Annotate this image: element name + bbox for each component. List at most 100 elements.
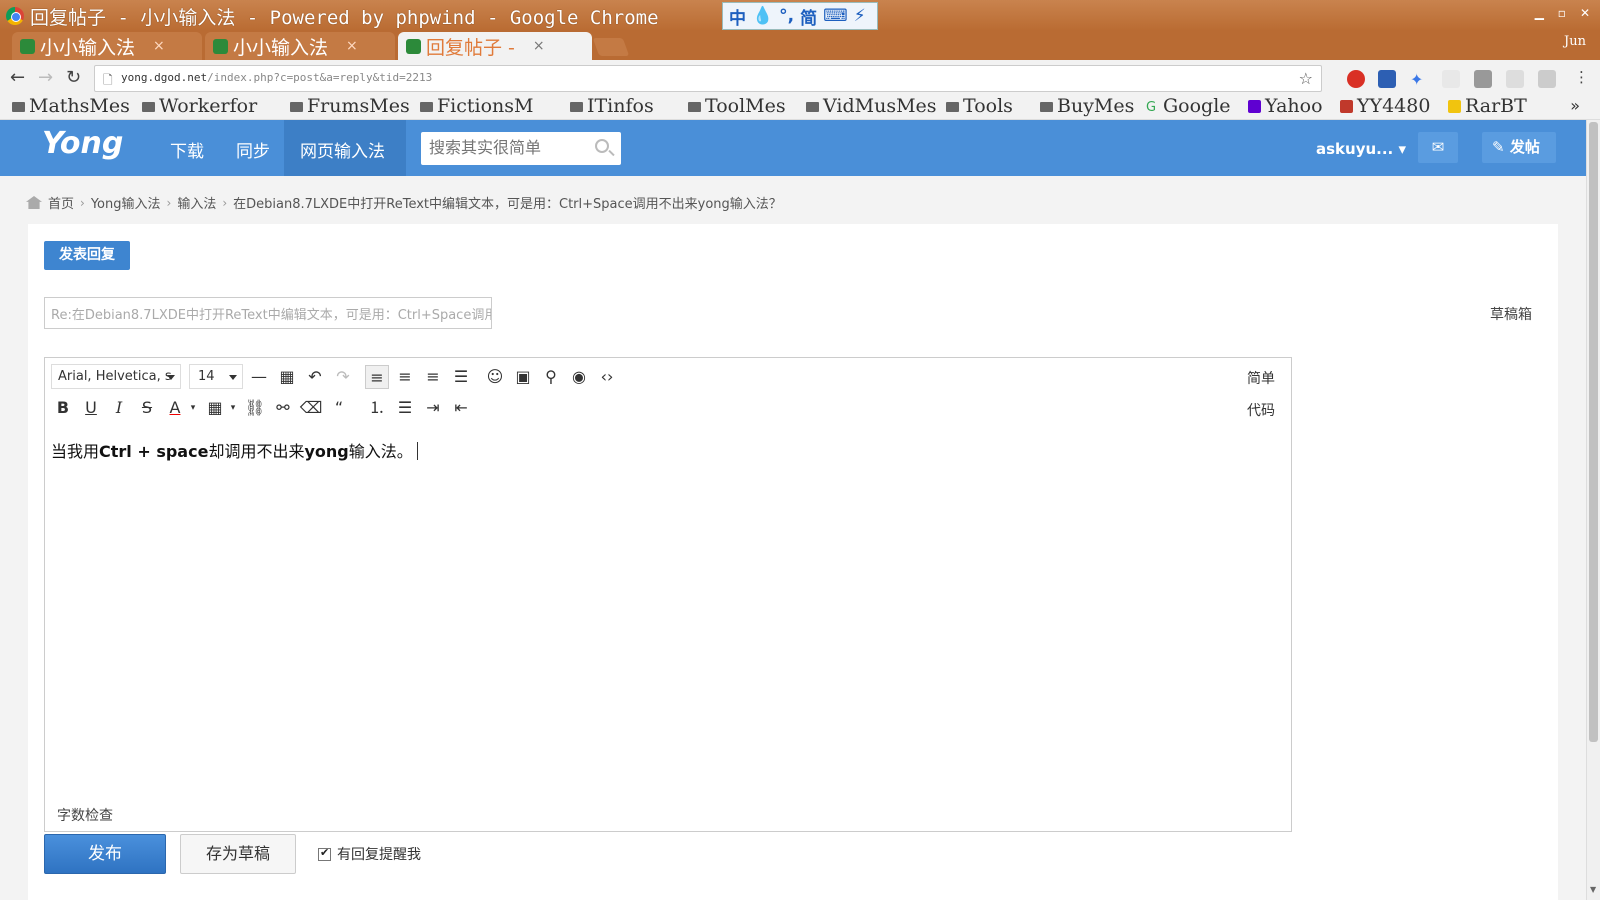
align-right-icon[interactable]: ≡ — [421, 365, 445, 389]
mode-simple[interactable]: 简单 — [1247, 368, 1275, 388]
bookmark-item[interactable]: Yahoo — [1248, 95, 1323, 117]
chevron-down-icon[interactable]: ▾ — [181, 396, 205, 420]
save-draft-button[interactable]: 存为草稿 — [180, 834, 296, 874]
browser-tab-active[interactable]: 回复帖子 - × — [398, 32, 592, 60]
horizontal-rule-icon[interactable]: — — [247, 365, 271, 389]
editor-content[interactable]: 当我用Ctrl + space却调用不出来yong输入法。 — [51, 438, 418, 462]
reply-title-input[interactable] — [44, 297, 492, 329]
scroll-down-icon[interactable]: ▼ — [1590, 885, 1596, 894]
bookmark-item[interactable]: BuyMes — [1040, 95, 1134, 117]
extension-gray-icon[interactable] — [1506, 70, 1524, 88]
bookmark-item[interactable]: FictionsM — [420, 95, 534, 117]
breadcrumb-forum[interactable]: Yong输入法 — [91, 193, 161, 212]
code-view-icon[interactable]: ‹› — [595, 365, 619, 389]
bookmark-item[interactable]: YY4480 — [1340, 95, 1430, 117]
bookmark-item[interactable]: RarBT — [1448, 95, 1527, 117]
nav-download[interactable]: 下载 — [170, 137, 204, 162]
word-count-link[interactable]: 字数检查 — [57, 805, 113, 825]
font-size-select[interactable]: 14 — [189, 364, 243, 389]
bookmark-item[interactable]: G Google — [1146, 95, 1231, 117]
address-bar[interactable]: 🗋 yong.dgod.net/index.php?c=post&a=reply… — [94, 65, 1322, 92]
search-icon[interactable] — [595, 139, 609, 153]
tab-close-icon[interactable]: × — [346, 38, 358, 54]
nav-sync[interactable]: 同步 — [236, 137, 270, 162]
extension-gray2-icon[interactable] — [1538, 70, 1556, 88]
tab-close-icon[interactable]: × — [533, 38, 545, 54]
ime-drop-icon[interactable]: 💧 — [752, 6, 773, 26]
bookmarks-more-icon[interactable]: » — [1570, 96, 1580, 115]
home-icon[interactable] — [26, 196, 42, 209]
align-left-icon[interactable]: ≡ — [365, 365, 389, 389]
extension-blank-icon[interactable] — [1442, 70, 1460, 88]
new-post-button[interactable]: ✎ 发帖 — [1482, 132, 1556, 163]
media-icon[interactable]: ◉ — [567, 365, 591, 389]
bookmark-item[interactable]: MathsMes — [12, 95, 130, 117]
bookmark-item[interactable]: ToolMes — [688, 95, 786, 117]
browser-tab-2[interactable]: 小小输入法 × — [205, 32, 395, 60]
bold-icon[interactable]: B — [51, 396, 75, 420]
browser-tab-1[interactable]: 小小输入法 × — [12, 32, 202, 60]
bookmark-item[interactable]: FrumsMes — [290, 95, 410, 117]
calendar-icon[interactable]: ▦ — [275, 365, 299, 389]
unordered-list-icon[interactable]: ☰ — [393, 396, 417, 420]
quote-icon[interactable]: “ — [327, 396, 351, 420]
forward-arrow-icon[interactable]: → — [38, 67, 53, 88]
unlink-icon[interactable]: ⚯ — [271, 396, 295, 420]
bookmark-item[interactable]: VidMusMes — [806, 95, 937, 117]
messages-button[interactable]: ✉ — [1418, 132, 1458, 163]
close-icon[interactable]: ✕ — [1580, 6, 1590, 20]
scrollbar-thumb[interactable] — [1589, 122, 1598, 742]
bookmark-item[interactable]: ITinfos — [570, 95, 654, 117]
mode-code[interactable]: 代码 — [1247, 400, 1275, 420]
ime-mode[interactable]: 简 — [800, 4, 817, 29]
notify-option[interactable]: 有回复提醒我 — [318, 844, 421, 864]
site-search[interactable] — [421, 132, 621, 165]
indent-icon[interactable]: ⇥ — [421, 396, 445, 420]
breadcrumb-board[interactable]: 输入法 — [177, 193, 216, 212]
adblock-icon[interactable] — [1347, 70, 1365, 88]
notify-checkbox[interactable] — [318, 846, 331, 861]
extension-save-icon[interactable] — [1378, 70, 1396, 88]
ordered-list-icon[interactable]: ⒈ — [365, 396, 389, 420]
ime-lightning-icon[interactable]: ⚡ — [854, 6, 866, 26]
page-scrollbar[interactable]: ▼ — [1586, 120, 1600, 900]
font-family-select[interactable]: Arial, Helvetica, s — [51, 364, 181, 389]
image-icon[interactable]: ▣ — [511, 365, 535, 389]
ime-punct-icon[interactable]: °, — [779, 6, 794, 26]
undo-icon[interactable]: ↶ — [303, 365, 327, 389]
align-center-icon[interactable]: ≡ — [393, 365, 417, 389]
redo-icon[interactable]: ↷ — [331, 365, 355, 389]
menu-kebab-icon[interactable]: ⋮ — [1574, 68, 1589, 86]
new-tab-button[interactable] — [592, 38, 630, 56]
bookmark-item[interactable]: Workerfor — [142, 95, 257, 117]
user-menu[interactable]: askuyu... ▾ — [1316, 140, 1406, 158]
emoji-icon[interactable]: ☺ — [483, 365, 507, 389]
ime-keyboard-icon[interactable]: ⌨ — [823, 6, 848, 26]
ime-status-bar[interactable]: 中 💧 °, 简 ⌨ ⚡ — [722, 2, 878, 30]
breadcrumb-thread[interactable]: 在Debian8.7LXDE中打开ReText中编辑文本，可是用：Ctrl+Sp… — [233, 193, 782, 212]
align-justify-icon[interactable]: ☰ — [449, 365, 473, 389]
maximize-icon[interactable]: ▫ — [1558, 6, 1566, 20]
publish-button[interactable]: 发布 — [44, 834, 166, 874]
eraser-icon[interactable]: ⌫ — [299, 396, 323, 420]
outdent-icon[interactable]: ⇤ — [449, 396, 473, 420]
strikethrough-icon[interactable]: S — [135, 396, 159, 420]
minimize-icon[interactable]: ▁ — [1535, 6, 1544, 20]
extension-arrow-icon[interactable]: ✦ — [1410, 70, 1428, 89]
profile-label[interactable]: Jun — [1564, 34, 1586, 49]
site-logo[interactable]: Yong — [42, 126, 123, 161]
bookmark-star-icon[interactable]: ☆ — [1299, 69, 1313, 88]
drafts-link[interactable]: 草稿箱 — [1490, 304, 1532, 324]
link-icon[interactable]: ⛓ — [243, 396, 267, 420]
url-text[interactable]: yong.dgod.net/index.php?c=post&a=reply&t… — [121, 71, 432, 84]
search-input[interactable] — [429, 132, 579, 163]
attachment-icon[interactable]: ⚲ — [539, 365, 563, 389]
breadcrumb-home[interactable]: 首页 — [48, 193, 74, 212]
italic-icon[interactable]: I — [107, 396, 131, 420]
bookmark-item[interactable]: Tools — [946, 95, 1013, 117]
underline-icon[interactable]: U — [79, 396, 103, 420]
reload-icon[interactable]: ↻ — [66, 67, 81, 88]
tab-close-icon[interactable]: × — [153, 38, 165, 54]
chevron-down-icon[interactable]: ▾ — [221, 396, 245, 420]
back-arrow-icon[interactable]: ← — [10, 67, 25, 88]
